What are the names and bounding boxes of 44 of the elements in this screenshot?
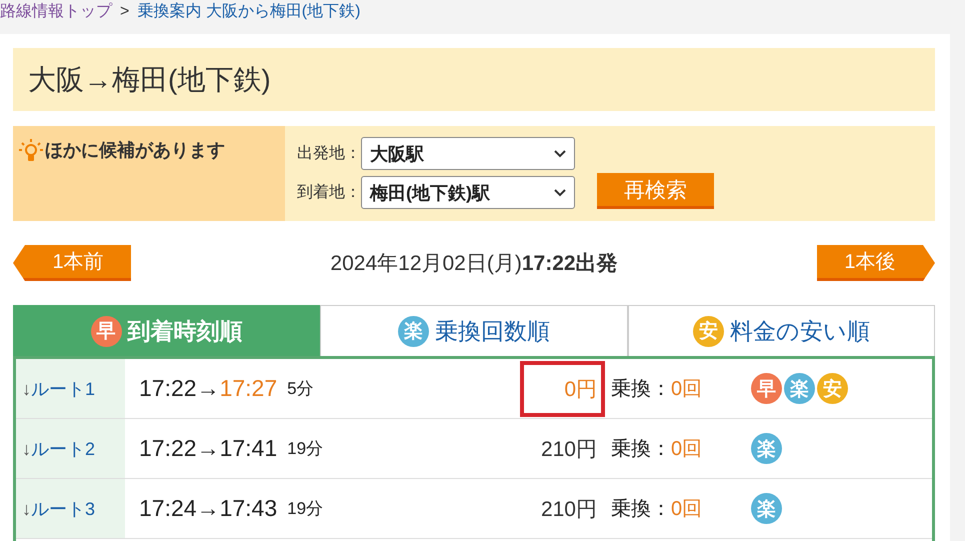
- sort-tab[interactable]: 楽 乗換回数順: [320, 305, 628, 356]
- breadcrumb-separator: >: [120, 2, 130, 22]
- duration-text: 19分: [287, 438, 324, 460]
- transfer-label: 乗換：: [611, 377, 671, 402]
- breadcrumb-link[interactable]: 路線情報トップ: [0, 2, 112, 22]
- notice-text: ほかに候補があります: [45, 139, 225, 162]
- duration-text: 5分: [287, 378, 314, 400]
- fare-text: 0円: [520, 360, 605, 416]
- transfer-label: 乗換：: [611, 497, 671, 522]
- page-title: 大阪→梅田(地下鉄): [13, 48, 935, 111]
- transfer-count: 0回: [671, 437, 702, 462]
- arrow-text: →: [196, 495, 220, 522]
- route-badge: 楽: [784, 373, 815, 404]
- duration-text: 19分: [287, 498, 324, 520]
- departure-datetime: 2024年12月02日(月)17:22出発: [330, 251, 618, 277]
- chevron-down-icon: [554, 188, 566, 196]
- fare-text: 210円: [540, 496, 598, 522]
- route-badge: 楽: [751, 433, 782, 464]
- chevron-down-icon: [554, 150, 566, 158]
- route-badge: 早: [751, 373, 782, 404]
- transfer-count: 0回: [671, 377, 702, 402]
- lightbulb-icon: [19, 138, 43, 164]
- departure-time: 17:24: [139, 495, 197, 522]
- departure-time: 17:22: [139, 435, 197, 462]
- arrow-text: →: [196, 375, 220, 402]
- arrival-time: 17:43: [220, 495, 278, 522]
- tab-badge: 早: [90, 316, 122, 346]
- arrival-time: 17:27: [220, 375, 278, 402]
- breadcrumb-link[interactable]: 乗換案内 大阪から梅田(地下鉄): [137, 2, 360, 22]
- field-label: 出発地：: [297, 144, 361, 164]
- tab-badge: 安: [692, 316, 724, 346]
- station-select[interactable]: 梅田(地下鉄)駅: [361, 176, 575, 209]
- route-badge: 楽: [751, 493, 782, 524]
- arrival-time: 17:41: [220, 435, 278, 462]
- station-select[interactable]: 大阪駅: [361, 137, 575, 170]
- departure-time: 17:22: [139, 375, 197, 402]
- route-badge: 安: [817, 373, 848, 404]
- transfer-count: 0回: [671, 497, 702, 522]
- arrow-text: →: [196, 435, 220, 462]
- tab-badge: 楽: [398, 316, 429, 346]
- field-label: 到着地：: [297, 182, 361, 203]
- transfer-label: 乗換：: [611, 437, 671, 462]
- sort-tab[interactable]: 安 料金の安い順: [628, 305, 935, 356]
- fare-text: 210円: [540, 436, 598, 462]
